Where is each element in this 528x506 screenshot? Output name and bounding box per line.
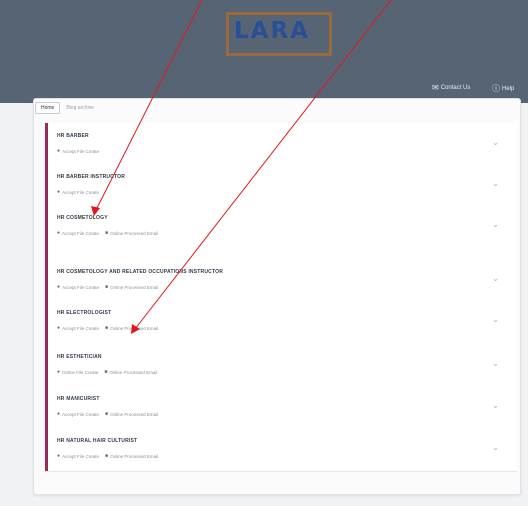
annotation-arrowhead — [131, 324, 140, 334]
annotation-arrow-line — [134, 0, 392, 330]
annotation-arrow-line — [95, 0, 203, 211]
annotation-overlay — [91, 0, 392, 334]
annotation-arrowhead — [91, 206, 100, 216]
